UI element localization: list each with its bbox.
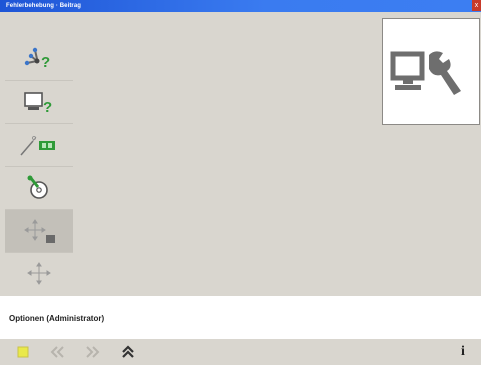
move-icon — [27, 262, 51, 285]
svg-text:?: ? — [43, 99, 52, 114]
computer-wrench-icon — [390, 51, 461, 95]
computer-help-icon: ? — [24, 92, 52, 114]
sidebar-item-network-help[interactable]: ? — [5, 38, 73, 80]
info-button[interactable]: i — [456, 344, 470, 359]
forward-icon — [86, 346, 100, 358]
disc-wrench-icon — [27, 175, 48, 199]
sidebar-item-move-options[interactable] — [5, 210, 73, 252]
sidebar-item-tool-card[interactable] — [5, 124, 73, 166]
back-button[interactable] — [48, 345, 66, 359]
bottom-toolbar: i — [0, 339, 481, 365]
app-logo — [382, 18, 480, 125]
forward-button[interactable] — [84, 345, 102, 359]
sidebar: ? ? — [5, 38, 73, 296]
move-options-icon — [24, 219, 55, 243]
up-icon — [122, 345, 134, 358]
close-button[interactable]: x — [472, 0, 481, 11]
home-icon — [17, 346, 29, 358]
status-text: Optionen (Administrator) — [9, 314, 105, 323]
status-area: Optionen (Administrator) — [0, 296, 481, 339]
home-button[interactable] — [16, 345, 30, 359]
sidebar-item-disc-wrench[interactable] — [5, 167, 73, 209]
back-icon — [50, 346, 64, 358]
up-button[interactable] — [120, 345, 136, 359]
tool-card-icon — [20, 136, 55, 156]
svg-text:?: ? — [41, 54, 50, 71]
sidebar-item-computer-help[interactable]: ? — [5, 81, 73, 123]
network-help-icon: ? — [24, 47, 50, 71]
sidebar-item-move[interactable] — [5, 253, 73, 295]
window-title: Fehlerbehebung · Beitrag — [6, 3, 82, 9]
title-bar: Fehlerbehebung · Beitrag x — [0, 0, 481, 12]
